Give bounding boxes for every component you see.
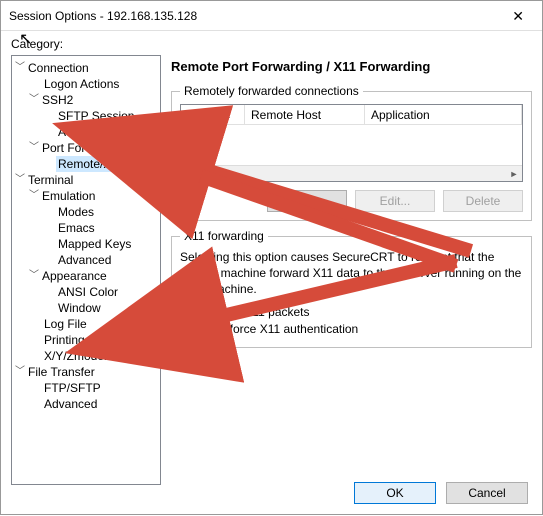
x11-description: Selecting this option causes SecureCRT t… [180,249,523,297]
tree-file-transfer[interactable]: File Transfer [26,364,97,380]
delete-button: Delete [443,190,523,212]
window-title: Session Options - 192.168.135.128 [9,1,197,31]
tree-appearance[interactable]: Appearance [40,268,109,284]
tree-advanced[interactable]: Advanced [42,396,99,412]
tree-emacs[interactable]: Emacs [56,220,97,236]
tree-emulation[interactable]: Emulation [40,188,97,204]
col-name[interactable]: Name [187,108,219,122]
enforce-x11-input[interactable] [198,323,211,336]
chevron-down-icon[interactable]: ﹀ [28,188,40,204]
forward-x11-label: Forward X11 packets [197,305,310,319]
tree-port-forwarding[interactable]: Port Forwarding [40,140,129,156]
col-remote-host[interactable]: Remote Host [251,108,321,122]
enforce-x11-checkbox[interactable]: Enforce X11 authentication [198,322,523,336]
tree-printing[interactable]: Printing [42,332,87,348]
tree-ftp-sftp[interactable]: FTP/SFTP [42,380,103,396]
x11-legend: X11 forwarding [180,229,268,243]
chevron-down-icon[interactable]: ﹀ [28,92,40,108]
tree-connection[interactable]: Connection [26,60,91,76]
tree-ssh2[interactable]: SSH2 [40,92,75,108]
tree-logon-actions[interactable]: Logon Actions [42,76,121,92]
forwarded-connections-table[interactable]: Name ▲ Remote Host Application ◄ ► [180,104,523,182]
tree-sftp-session[interactable]: SFTP Session [56,108,136,124]
category-tree[interactable]: ﹀Connection Logon Actions ﹀SSH2 SFTP Ses… [11,55,161,485]
tree-remote-x11[interactable]: Remote/X11 [56,156,126,172]
edit-button: Edit... [355,190,435,212]
dialog-footer: OK Cancel [354,482,528,504]
panel-title: Remote Port Forwarding / X11 Forwarding [171,55,532,84]
remote-forward-group: Remotely forwarded connections Name ▲ Rem… [171,84,532,221]
tree-advanced[interactable]: Advanced [56,252,113,268]
cancel-button[interactable]: Cancel [446,482,528,504]
tree-window[interactable]: Window [56,300,103,316]
horizontal-scrollbar[interactable]: ◄ ► [181,165,522,181]
scroll-left-icon[interactable]: ◄ [181,169,197,179]
forward-x11-input[interactable] [180,306,193,319]
chevron-down-icon[interactable]: ﹀ [14,60,26,76]
chevron-down-icon[interactable]: ﹀ [14,364,26,380]
tree-xyzmodem[interactable]: X/Y/Zmodem [42,348,116,364]
close-icon[interactable]: ✕ [502,1,534,31]
ok-button[interactable]: OK [354,482,436,504]
remote-forward-legend: Remotely forwarded connections [180,84,363,98]
chevron-down-icon[interactable]: ﹀ [28,140,40,156]
chevron-down-icon[interactable]: ﹀ [28,268,40,284]
tree-ansi-color[interactable]: ANSI Color [56,284,120,300]
tree-mapped-keys[interactable]: Mapped Keys [56,236,133,252]
tree-modes[interactable]: Modes [56,204,96,220]
tree-advanced[interactable]: Advanced [56,124,113,140]
table-header: Name ▲ Remote Host Application [181,105,522,125]
col-application[interactable]: Application [371,108,430,122]
tree-log-file[interactable]: Log File [42,316,89,332]
content-panel: Remote Port Forwarding / X11 Forwarding … [171,55,532,485]
forward-x11-checkbox[interactable]: Forward X11 packets [180,305,523,319]
x11-forwarding-group: X11 forwarding Selecting this option cau… [171,229,532,348]
sort-asc-icon: ▲ [223,110,232,120]
add-button[interactable]: Add... [267,190,347,212]
scroll-right-icon[interactable]: ► [506,169,522,179]
titlebar: Session Options - 192.168.135.128 ✕ [1,1,542,31]
tree-terminal[interactable]: Terminal [26,172,75,188]
chevron-down-icon[interactable]: ﹀ [14,172,26,188]
category-label: Category: [1,31,542,55]
enforce-x11-label: Enforce X11 authentication [215,322,358,336]
